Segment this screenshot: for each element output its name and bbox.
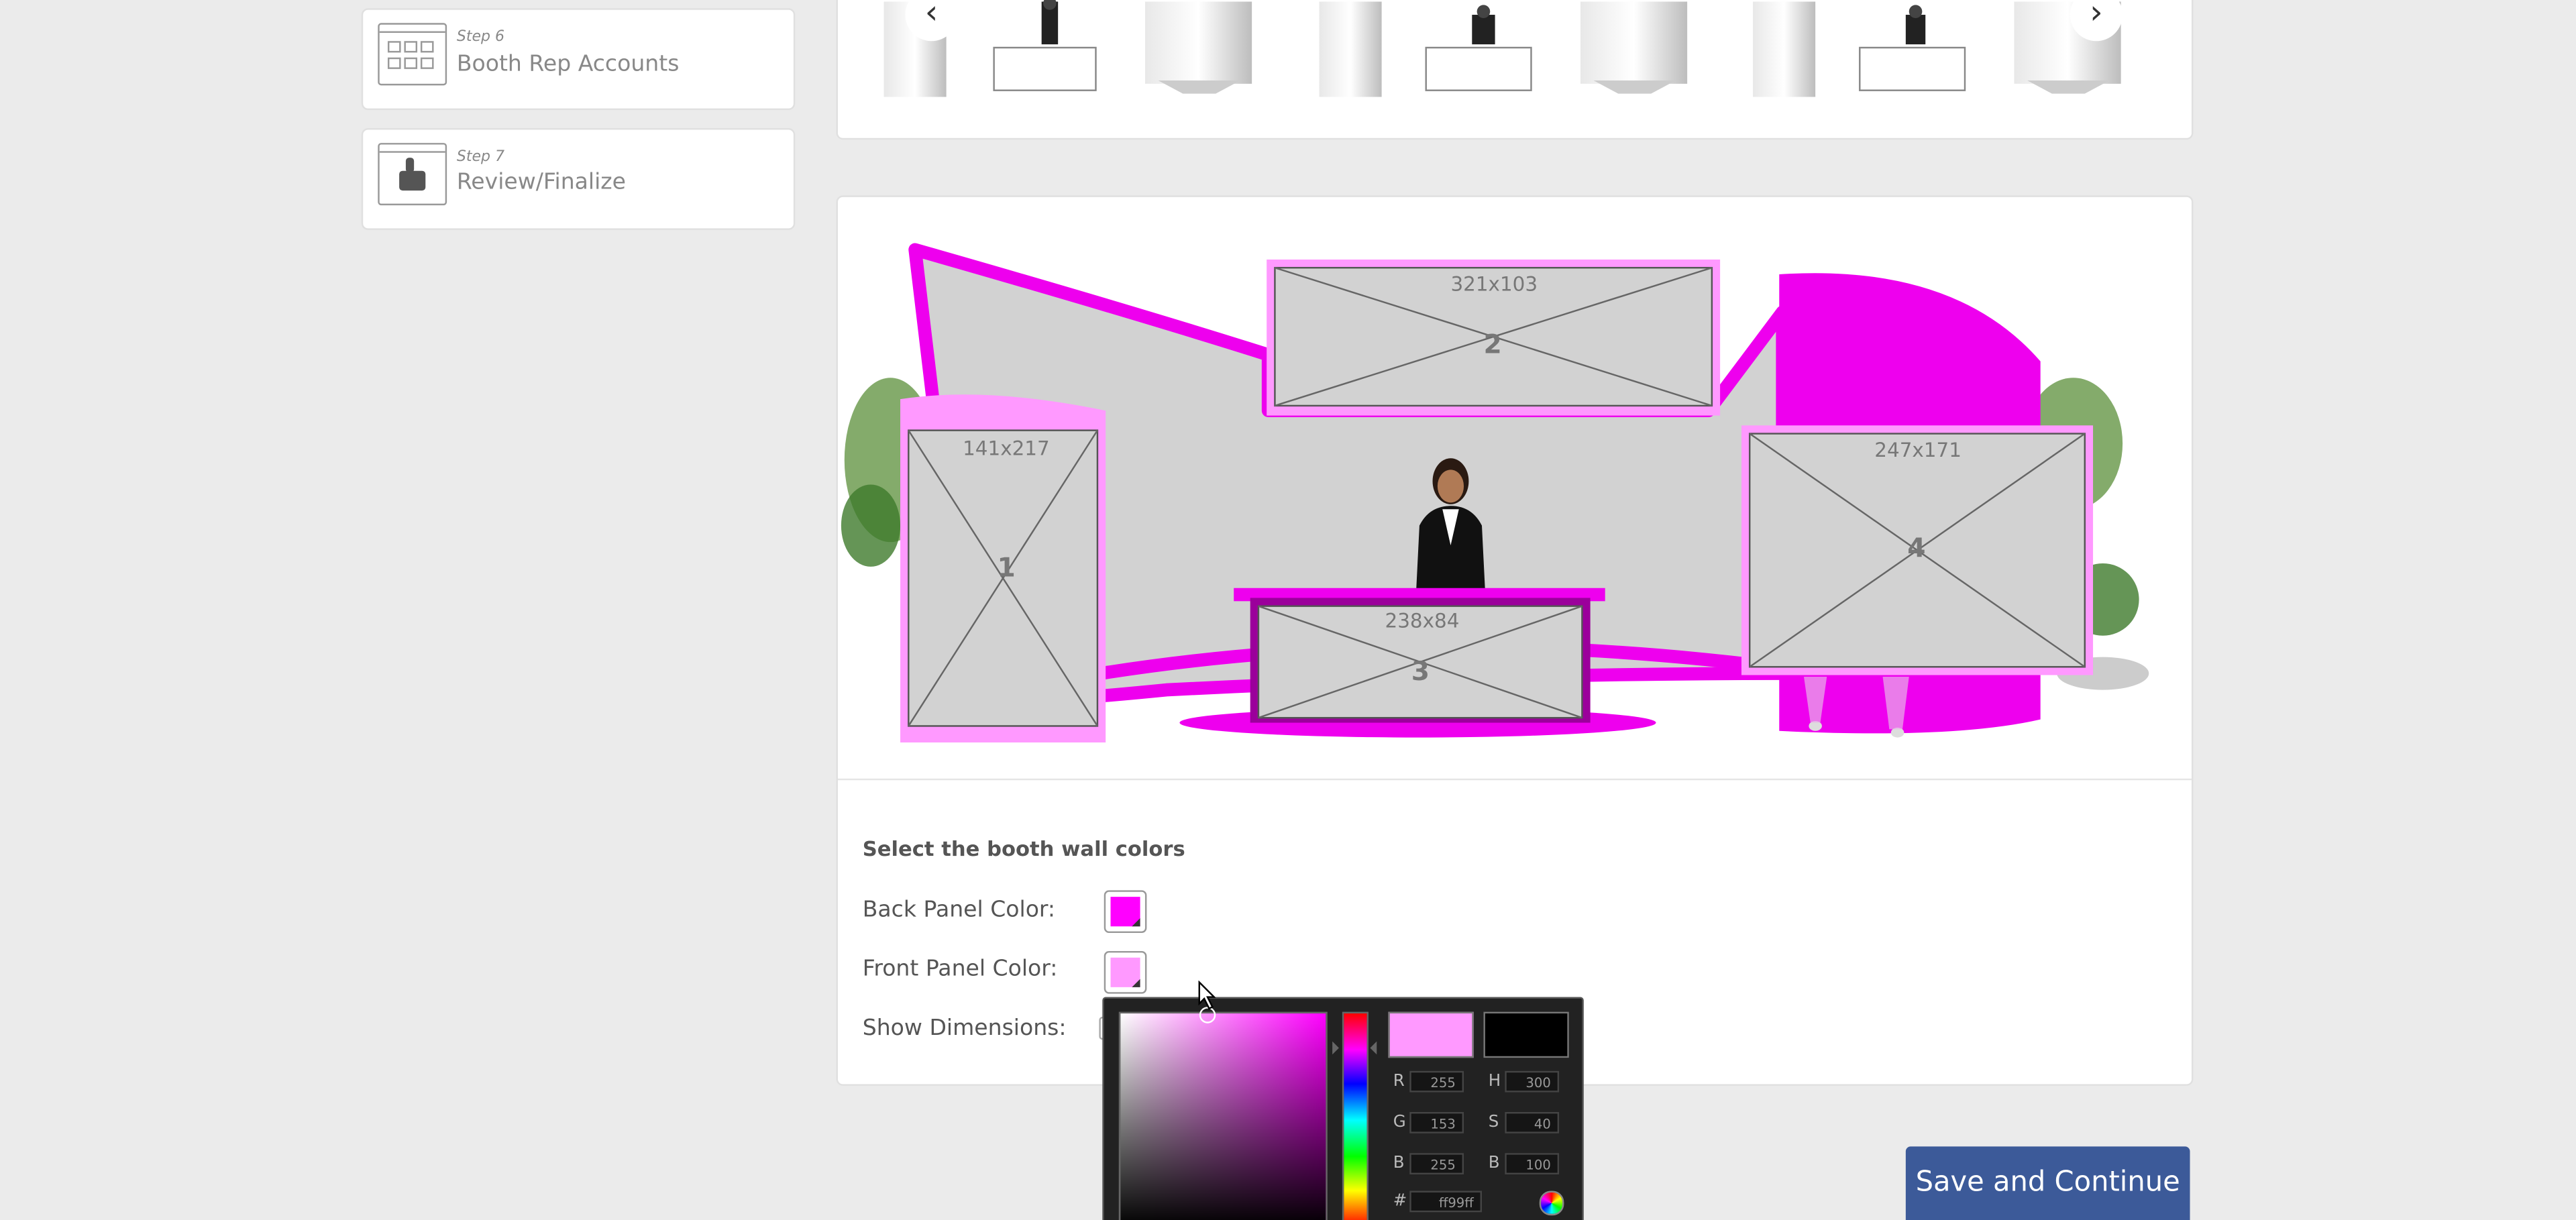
step-number: Step 7: [456, 149, 505, 166]
show-dimensions-label: Show Dimensions:: [862, 1015, 1067, 1042]
panel-2-number: 2: [1483, 328, 1502, 360]
hue-handle-right-icon: [1370, 1041, 1377, 1055]
booth-template-carousel: ‹ ›: [836, 0, 2194, 140]
panel-4-number: 4: [1907, 532, 1926, 564]
front-panel-color-swatch[interactable]: [1104, 950, 1147, 994]
booth-thumbnails: [883, 0, 2121, 97]
color-wheel-icon[interactable]: [1539, 1190, 1564, 1216]
step-title: Booth Rep Accounts: [456, 50, 680, 78]
dropdown-corner-icon: [1132, 918, 1140, 927]
save-and-continue-button[interactable]: Save and Continue: [1905, 1146, 2190, 1220]
panel-4-dimensions: 247x171: [1874, 438, 1962, 462]
saturation-value-area[interactable]: [1118, 1007, 1328, 1220]
hue-handle-left-icon: [1332, 1041, 1339, 1055]
back-panel-color-label: Back Panel Color:: [862, 897, 1056, 924]
step-title: Review/Finalize: [456, 169, 627, 196]
step-number: Step 6: [456, 30, 505, 46]
section-divider: [837, 778, 2192, 781]
front-panel-color-label: Front Panel Color:: [862, 956, 1058, 983]
booth-rep-accounts-icon: [378, 23, 447, 86]
panel-1-number: 1: [997, 551, 1016, 584]
wall-colors-heading: Select the booth wall colors: [862, 836, 1185, 861]
booth-editor-card: 141x217 1 321x103 2 238x84 3 247x171 4 S…: [836, 195, 2194, 1086]
booth-thumbnail-3: [1753, 1, 2121, 97]
mouse-cursor-icon: [1198, 981, 1216, 1010]
dropdown-corner-icon: [1132, 979, 1140, 987]
booth-thumbnail-2: [1319, 1, 1688, 97]
color-picker-popup: R 255 H 300 G 153 S 40 B 255 B 100 # ff99ff: [1102, 997, 1584, 1220]
panel-1-dimensions: 141x217: [963, 437, 1050, 460]
panel-3-dimensions: 238x84: [1385, 609, 1460, 632]
sidebar-step-7[interactable]: Step 7 Review/Finalize: [361, 128, 796, 230]
current-color-preview: [1388, 1011, 1474, 1058]
previous-color-preview[interactable]: [1483, 1011, 1569, 1058]
panel-3-number: 3: [1411, 655, 1430, 687]
hue-slider[interactable]: [1342, 1011, 1369, 1220]
back-panel-color-swatch[interactable]: [1104, 890, 1147, 934]
panel-2-dimensions: 321x103: [1450, 272, 1538, 296]
review-finalize-icon: [378, 143, 447, 206]
sidebar-step-6[interactable]: Step 6 Booth Rep Accounts: [361, 8, 796, 111]
